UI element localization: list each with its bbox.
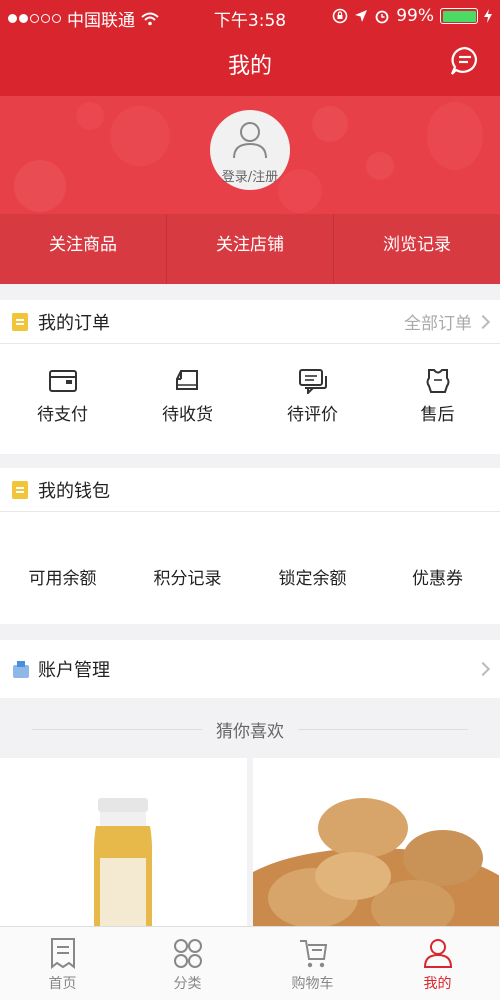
walnut-image (253, 798, 500, 926)
account-title: 账户管理 (38, 660, 110, 681)
tab-cart[interactable]: 购物车 (250, 927, 375, 1000)
recommend-title: 猜你喜欢 (216, 721, 284, 742)
all-orders-label: 全部订单 (404, 314, 472, 334)
follow-products-button[interactable]: 关注商品 (0, 214, 167, 284)
login-label: 登录/注册 (221, 170, 279, 185)
account-row[interactable]: 账户管理 (0, 640, 500, 698)
account-icon (13, 661, 29, 678)
recommend-divider: 猜你喜欢 (0, 700, 500, 758)
alarm-icon (375, 10, 389, 24)
tab-bar: 首页 分类 购物车 我的 (0, 926, 500, 1000)
tab-home-label: 首页 (48, 976, 77, 992)
after-sales-button[interactable]: 售后 (375, 368, 500, 425)
top-bar: 中国联通 下午3:58 99% 我的 (0, 0, 500, 96)
pending-payment-label: 待支付 (37, 405, 88, 425)
pending-receipt-label: 待收货 (162, 405, 213, 425)
page-title: 我的 (227, 54, 272, 79)
home-doc-icon (50, 938, 75, 969)
coupons-button[interactable]: 优惠券 (375, 564, 500, 589)
message-icon[interactable] (450, 46, 480, 76)
available-balance-button[interactable]: 可用余额 (0, 564, 125, 589)
after-sales-icon (426, 369, 449, 393)
locked-balance-button[interactable]: 锁定余额 (250, 564, 375, 589)
login-avatar-button[interactable]: 登录/注册 (210, 110, 290, 190)
tab-category[interactable]: 分类 (125, 927, 250, 1000)
profile-banner: 登录/注册 (0, 96, 500, 214)
product-card[interactable] (253, 758, 500, 926)
juice-bottle-image (94, 798, 152, 926)
wallet-section: 我的钱包 可用余额 积分记录 锁定余额 优惠券 (0, 468, 500, 624)
wallet-title: 我的钱包 (38, 480, 110, 502)
follow-bar: 关注商品 关注店铺 浏览记录 (0, 214, 500, 284)
wallet-icon (48, 370, 77, 392)
follow-shops-button[interactable]: 关注店铺 (167, 214, 334, 284)
orders-title: 我的订单 (38, 312, 110, 334)
rotation-lock-icon (332, 8, 348, 24)
battery-icon (440, 8, 478, 24)
battery-percent: 99% (396, 6, 434, 26)
tab-home[interactable]: 首页 (0, 927, 125, 1000)
wallet-grid: 可用余额 积分记录 锁定余额 优惠券 (0, 512, 500, 589)
pending-payment-button[interactable]: 待支付 (0, 368, 125, 425)
pending-receipt-button[interactable]: 待收货 (125, 368, 250, 425)
tab-mine[interactable]: 我的 (375, 927, 500, 1000)
clipboard-icon (12, 312, 28, 331)
location-icon (355, 10, 368, 22)
orders-header: 我的订单 全部订单 (0, 300, 500, 344)
comment-icon (298, 369, 327, 394)
status-bar: 中国联通 下午3:58 99% (0, 0, 500, 34)
tab-cart-label: 购物车 (291, 976, 334, 992)
points-record-button[interactable]: 积分记录 (125, 564, 250, 589)
grid-icon (173, 939, 202, 968)
charging-icon (484, 9, 492, 23)
order-status-grid: 待支付 待收货 待评价 售后 (0, 344, 500, 425)
product-grid (0, 758, 500, 926)
user-icon (233, 122, 267, 159)
account-section[interactable]: 账户管理 (0, 640, 500, 698)
tab-mine-label: 我的 (423, 976, 452, 992)
tab-category-label: 分类 (173, 976, 202, 992)
clipboard-icon (12, 480, 28, 499)
chevron-right-icon (475, 661, 491, 677)
truck-icon (175, 370, 198, 390)
product-card[interactable] (0, 758, 247, 926)
orders-section: 我的订单 全部订单 待支付 待收货 待评价 售后 (0, 300, 500, 454)
after-sales-label: 售后 (420, 405, 455, 425)
all-orders-link[interactable]: 全部订单 (404, 309, 491, 334)
user-icon (423, 939, 452, 968)
cart-icon (299, 940, 327, 968)
wallet-header: 我的钱包 (0, 468, 500, 512)
chevron-right-icon (475, 314, 491, 329)
browse-history-button[interactable]: 浏览记录 (334, 214, 500, 284)
pending-review-button[interactable]: 待评价 (250, 368, 375, 425)
pending-review-label: 待评价 (287, 405, 338, 425)
